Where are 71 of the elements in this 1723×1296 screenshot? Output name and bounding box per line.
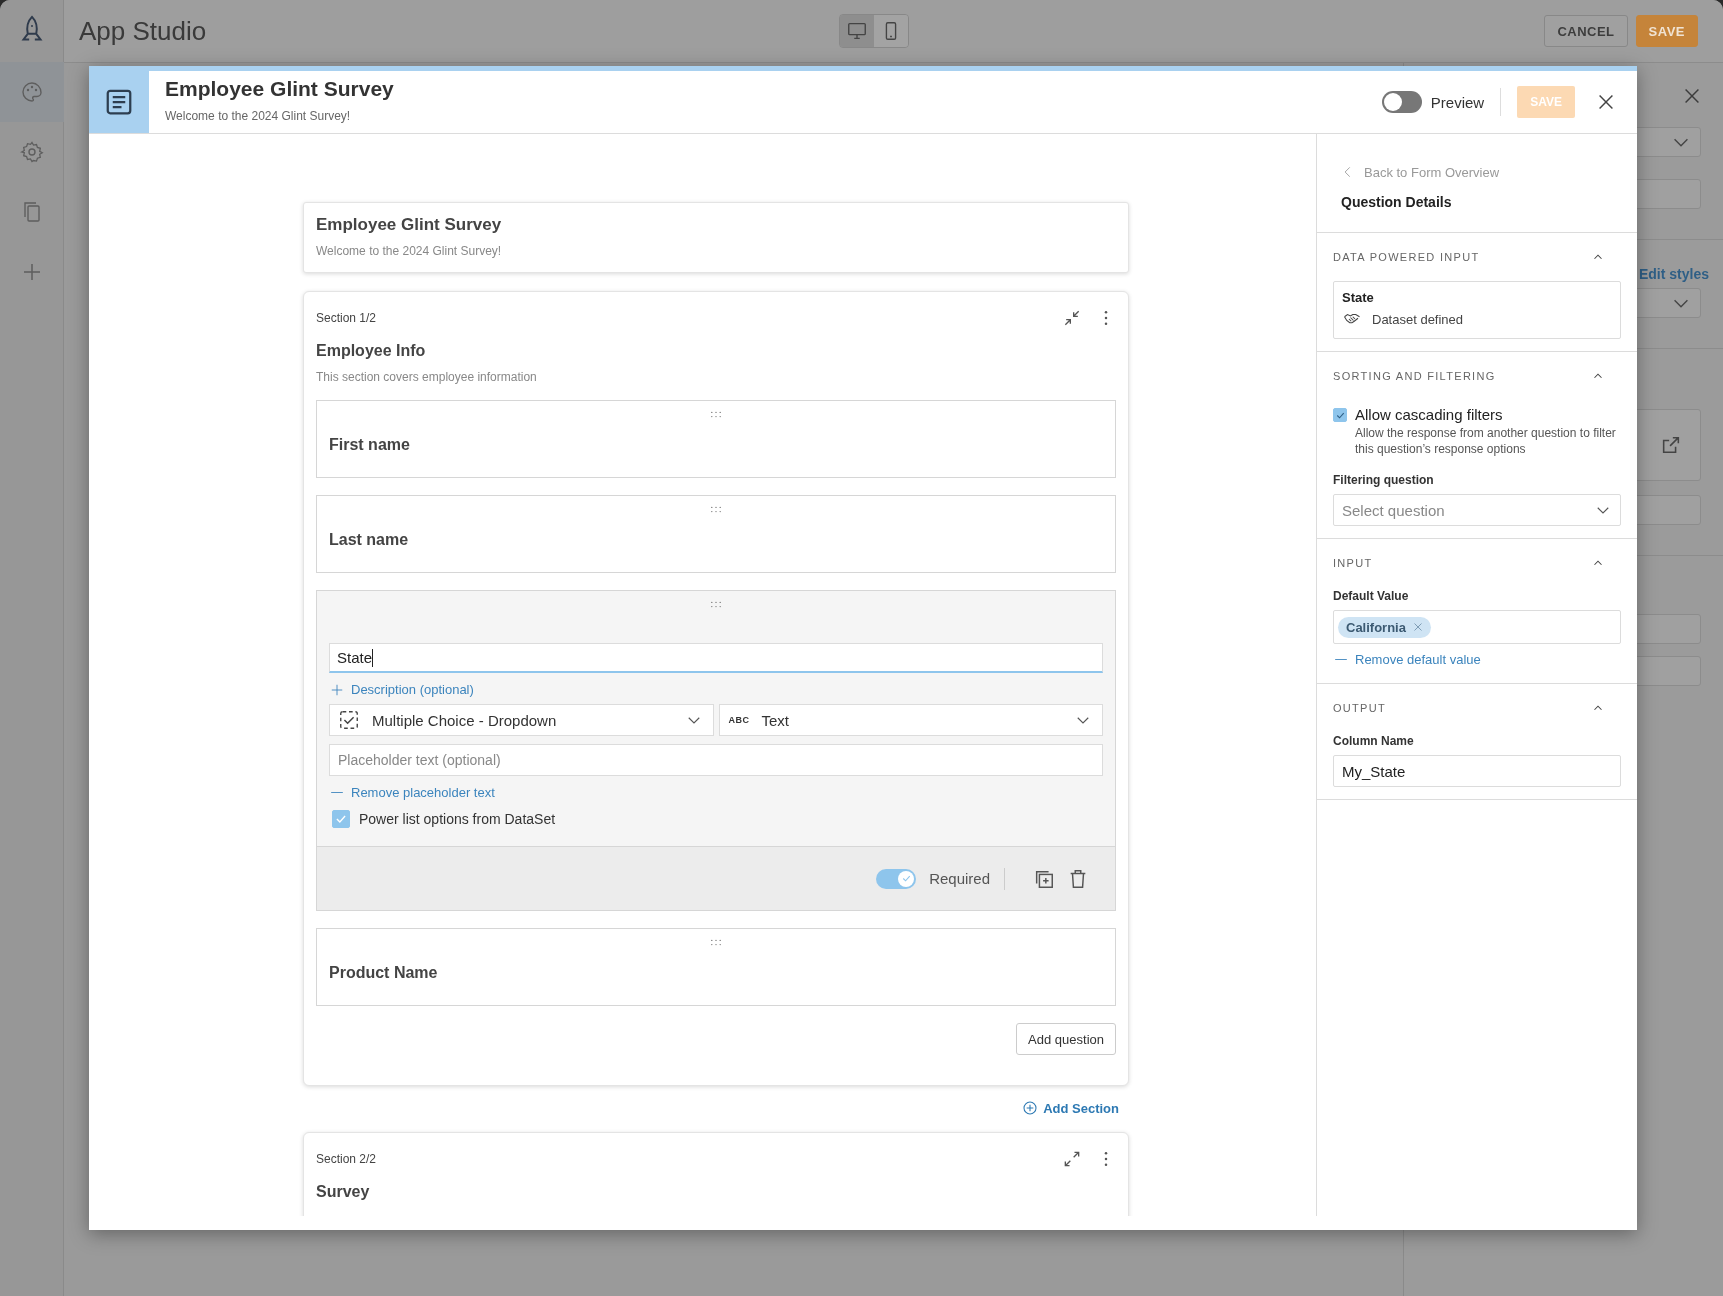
question-label: Last name bbox=[328, 530, 410, 550]
form-subtitle: Welcome to the 2024 Glint Survey! bbox=[316, 244, 503, 258]
preview-toggle[interactable] bbox=[1381, 91, 1422, 113]
view-toggle[interactable] bbox=[840, 15, 874, 47]
add-section-link[interactable]: Add Section bbox=[1022, 1100, 1119, 1116]
settings-icon bbox=[19, 140, 44, 164]
field-label: Default Value bbox=[1333, 589, 1410, 604]
question-label: Product Name bbox=[328, 963, 439, 983]
panel-title: Question Details bbox=[1341, 194, 1453, 210]
question-card[interactable]: Product Name bbox=[316, 928, 1116, 1006]
app-title: App Studio bbox=[79, 15, 208, 47]
expand-icon[interactable] bbox=[1062, 1149, 1082, 1169]
minus-icon bbox=[1334, 658, 1348, 662]
form-title: Employee Glint Survey bbox=[316, 215, 503, 235]
drag-handle-icon[interactable] bbox=[709, 410, 723, 419]
dialog-subtitle: Welcome to the 2024 Glint Survey! bbox=[165, 109, 352, 123]
section-heading: DATA POWERED INPUT bbox=[1333, 251, 1480, 263]
checkbox[interactable] bbox=[332, 810, 350, 828]
preview-label: Preview bbox=[1430, 93, 1485, 111]
placeholder-field[interactable]: Placeholder text (optional) bbox=[329, 744, 1103, 776]
required-toggle[interactable] bbox=[876, 868, 917, 889]
question-card[interactable]: First name bbox=[316, 400, 1116, 478]
data-type-select[interactable]: ABC Text bbox=[718, 704, 1103, 736]
field-label: Filtering question bbox=[1333, 473, 1435, 488]
back-link[interactable]: Back to Form Overview bbox=[1341, 164, 1621, 180]
column-name-field[interactable]: My_State bbox=[1333, 755, 1621, 788]
checkbox-label: Allow cascading filters bbox=[1355, 406, 1504, 423]
help-text: Allow the response from another question to filter this question’s response options bbox=[1355, 425, 1617, 458]
desktop-icon bbox=[846, 20, 868, 42]
plus-icon bbox=[330, 682, 344, 697]
section-title: Survey bbox=[316, 1183, 371, 1201]
checkbox[interactable] bbox=[1333, 408, 1347, 422]
drag-handle-icon[interactable] bbox=[709, 938, 723, 947]
collapse-icon[interactable] bbox=[1062, 308, 1082, 328]
minus-icon bbox=[330, 791, 344, 794]
section-title: Employee Info bbox=[316, 342, 427, 360]
field-label: Column Name bbox=[1333, 734, 1415, 749]
add-question-button[interactable]: Add question bbox=[1016, 1023, 1116, 1055]
dialog-title: Employee Glint Survey bbox=[165, 77, 394, 101]
checkbox-label: Power list options from DataSet bbox=[359, 811, 556, 827]
check-icon bbox=[900, 873, 912, 884]
text-type-icon: ABC bbox=[728, 715, 750, 725]
section-heading: INPUT bbox=[1333, 557, 1373, 570]
filtering-question-select[interactable]: Select question bbox=[1333, 494, 1621, 527]
section-heading: OUTPUT bbox=[1333, 702, 1387, 715]
question-title-field[interactable]: State bbox=[329, 643, 1103, 673]
cancel-button[interactable]: CANCEL bbox=[1544, 15, 1628, 47]
section-label: Section 1/2 bbox=[316, 311, 377, 325]
question-label: First name bbox=[328, 435, 411, 455]
section-label: Section 2/2 bbox=[316, 1152, 377, 1166]
default-value-field[interactable]: California bbox=[1333, 610, 1621, 645]
remove-default-link[interactable]: Remove default value bbox=[1334, 652, 1621, 668]
dataset-source: Dataset defined bbox=[1372, 311, 1464, 327]
checkbox-icon bbox=[338, 709, 360, 731]
form-icon bbox=[104, 87, 134, 117]
chip-label: California bbox=[1346, 619, 1406, 635]
section-heading: SORTING AND FILTERING bbox=[1333, 370, 1496, 382]
remove-placeholder-link[interactable]: Remove placeholder text bbox=[330, 785, 1103, 800]
palette-icon bbox=[19, 80, 44, 104]
view-toggle[interactable] bbox=[874, 15, 908, 47]
question-type-select[interactable]: Multiple Choice - Dropdown bbox=[329, 704, 714, 736]
drag-handle-icon[interactable] bbox=[709, 505, 723, 514]
section-description: This section covers employee information bbox=[316, 370, 538, 384]
add-description-link[interactable]: Description (optional) bbox=[330, 682, 1103, 697]
dataset-name: State bbox=[1342, 290, 1375, 305]
required-label: Required bbox=[929, 870, 990, 887]
drag-handle-icon[interactable] bbox=[709, 600, 723, 609]
external-link-icon bbox=[1660, 434, 1682, 456]
plus-circle-icon bbox=[1022, 1100, 1039, 1116]
question-card[interactable]: State Description (optional) Multiple Choice - Dropdown ABC Text Placeholder text (optional) Remove placeholder text Power list options from DataSet Required bbox=[316, 590, 1116, 911]
question-card[interactable]: Last name bbox=[316, 495, 1116, 573]
